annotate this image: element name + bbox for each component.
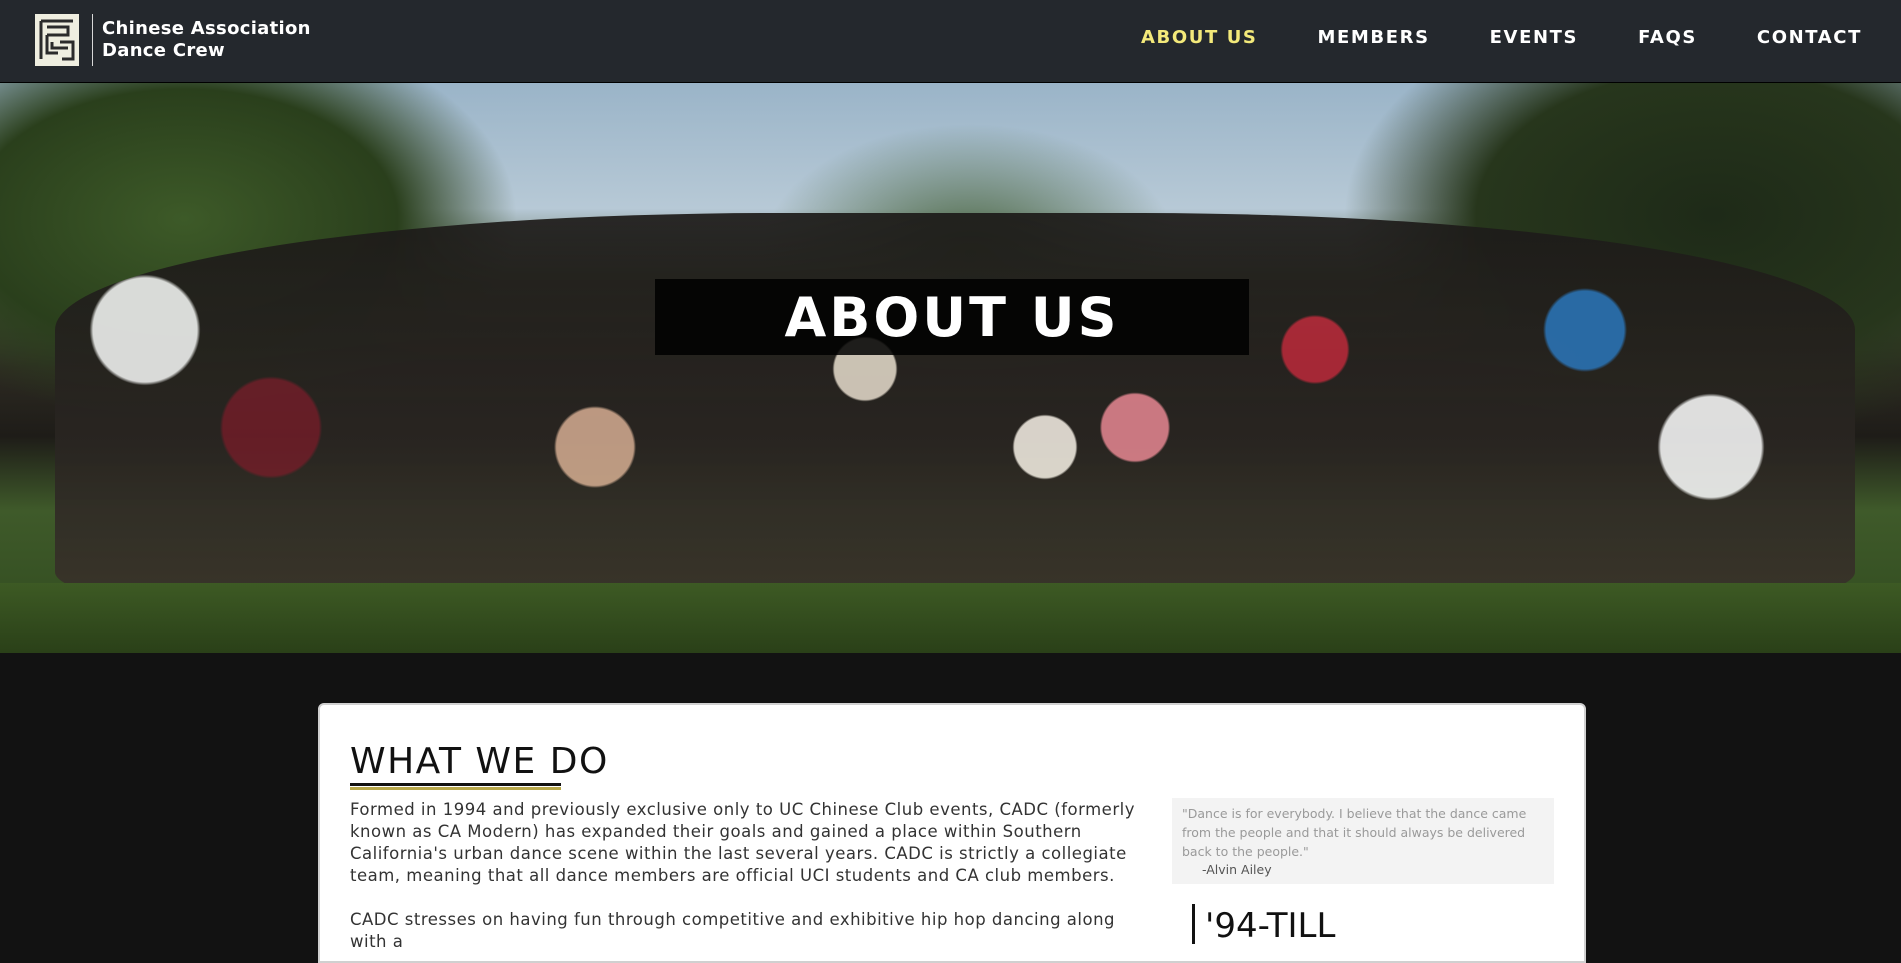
section-title: WHAT WE DO bbox=[350, 741, 609, 782]
hero-grass bbox=[0, 583, 1901, 653]
about-paragraph-2: CADC stresses on having fun through comp… bbox=[350, 910, 1116, 951]
nav-contact[interactable]: CONTACT bbox=[1757, 27, 1862, 48]
hero-crowd bbox=[55, 213, 1855, 603]
nav-faqs[interactable]: FAQS bbox=[1638, 27, 1697, 48]
nav-menu: ABOUT US MEMBERS EVENTS FAQS CONTACT bbox=[1081, 27, 1862, 48]
hero-title: ABOUT US bbox=[784, 285, 1120, 349]
brand-divider bbox=[92, 13, 93, 66]
section-title-underline bbox=[350, 783, 561, 790]
hero-group-photo: ABOUT US bbox=[0, 83, 1901, 653]
quote-author: -Alvin Ailey bbox=[1202, 862, 1272, 877]
quote-text: "Dance is for everybody. I believe that … bbox=[1182, 806, 1527, 859]
brand-name-line2: Dance Crew bbox=[102, 39, 225, 61]
about-paragraph-1: Formed in 1994 and previously exclusive … bbox=[350, 800, 1135, 885]
brand-name-line1: Chinese Association bbox=[102, 17, 311, 39]
top-navbar: Chinese Association Dance Crew ABOUT US … bbox=[0, 0, 1901, 83]
brand-home-link[interactable]: Chinese Association Dance Crew bbox=[35, 13, 311, 66]
content-card: WHAT WE DO Formed in 1994 and previously… bbox=[318, 703, 1586, 963]
side-heading: '94-TILL bbox=[1192, 904, 1335, 946]
quote-box: "Dance is for everybody. I believe that … bbox=[1172, 798, 1554, 884]
hero-title-box: ABOUT US bbox=[655, 279, 1249, 355]
cadc-logo-icon bbox=[35, 13, 79, 66]
nav-about-us[interactable]: ABOUT US bbox=[1141, 27, 1258, 48]
nav-events[interactable]: EVENTS bbox=[1490, 27, 1578, 48]
nav-members[interactable]: MEMBERS bbox=[1317, 27, 1429, 48]
brand-name: Chinese Association Dance Crew bbox=[102, 18, 311, 62]
